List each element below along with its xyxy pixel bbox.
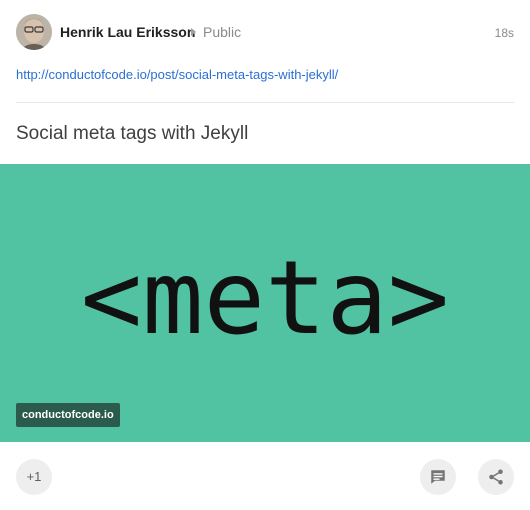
author-name[interactable]: Henrik Lau Eriksson [60,24,195,40]
image-watermark: conductofcode.io [16,403,120,427]
comment-button[interactable] [420,459,456,495]
share-icon [489,469,503,485]
post-image[interactable]: <meta> conductofcode.io [0,164,530,442]
post-link[interactable]: http://conductofcode.io/post/social-meta… [16,67,338,83]
post-actions: +1 [0,442,530,510]
comment-icon [431,470,445,484]
divider [16,102,514,103]
visibility-label[interactable]: Public [203,24,241,40]
post-title[interactable]: Social meta tags with Jekyll [16,122,248,146]
image-meta-text: <meta> [80,239,450,358]
post-header: Henrik Lau Eriksson Public 18s [0,0,530,64]
avatar-image [16,14,52,50]
plus-one-button[interactable]: +1 [16,459,52,495]
share-button[interactable] [478,459,514,495]
avatar[interactable] [16,14,52,50]
caret-right-icon [191,28,196,36]
post-card: Henrik Lau Eriksson Public 18s http://co… [0,0,530,510]
post-timestamp[interactable]: 18s [495,25,514,41]
